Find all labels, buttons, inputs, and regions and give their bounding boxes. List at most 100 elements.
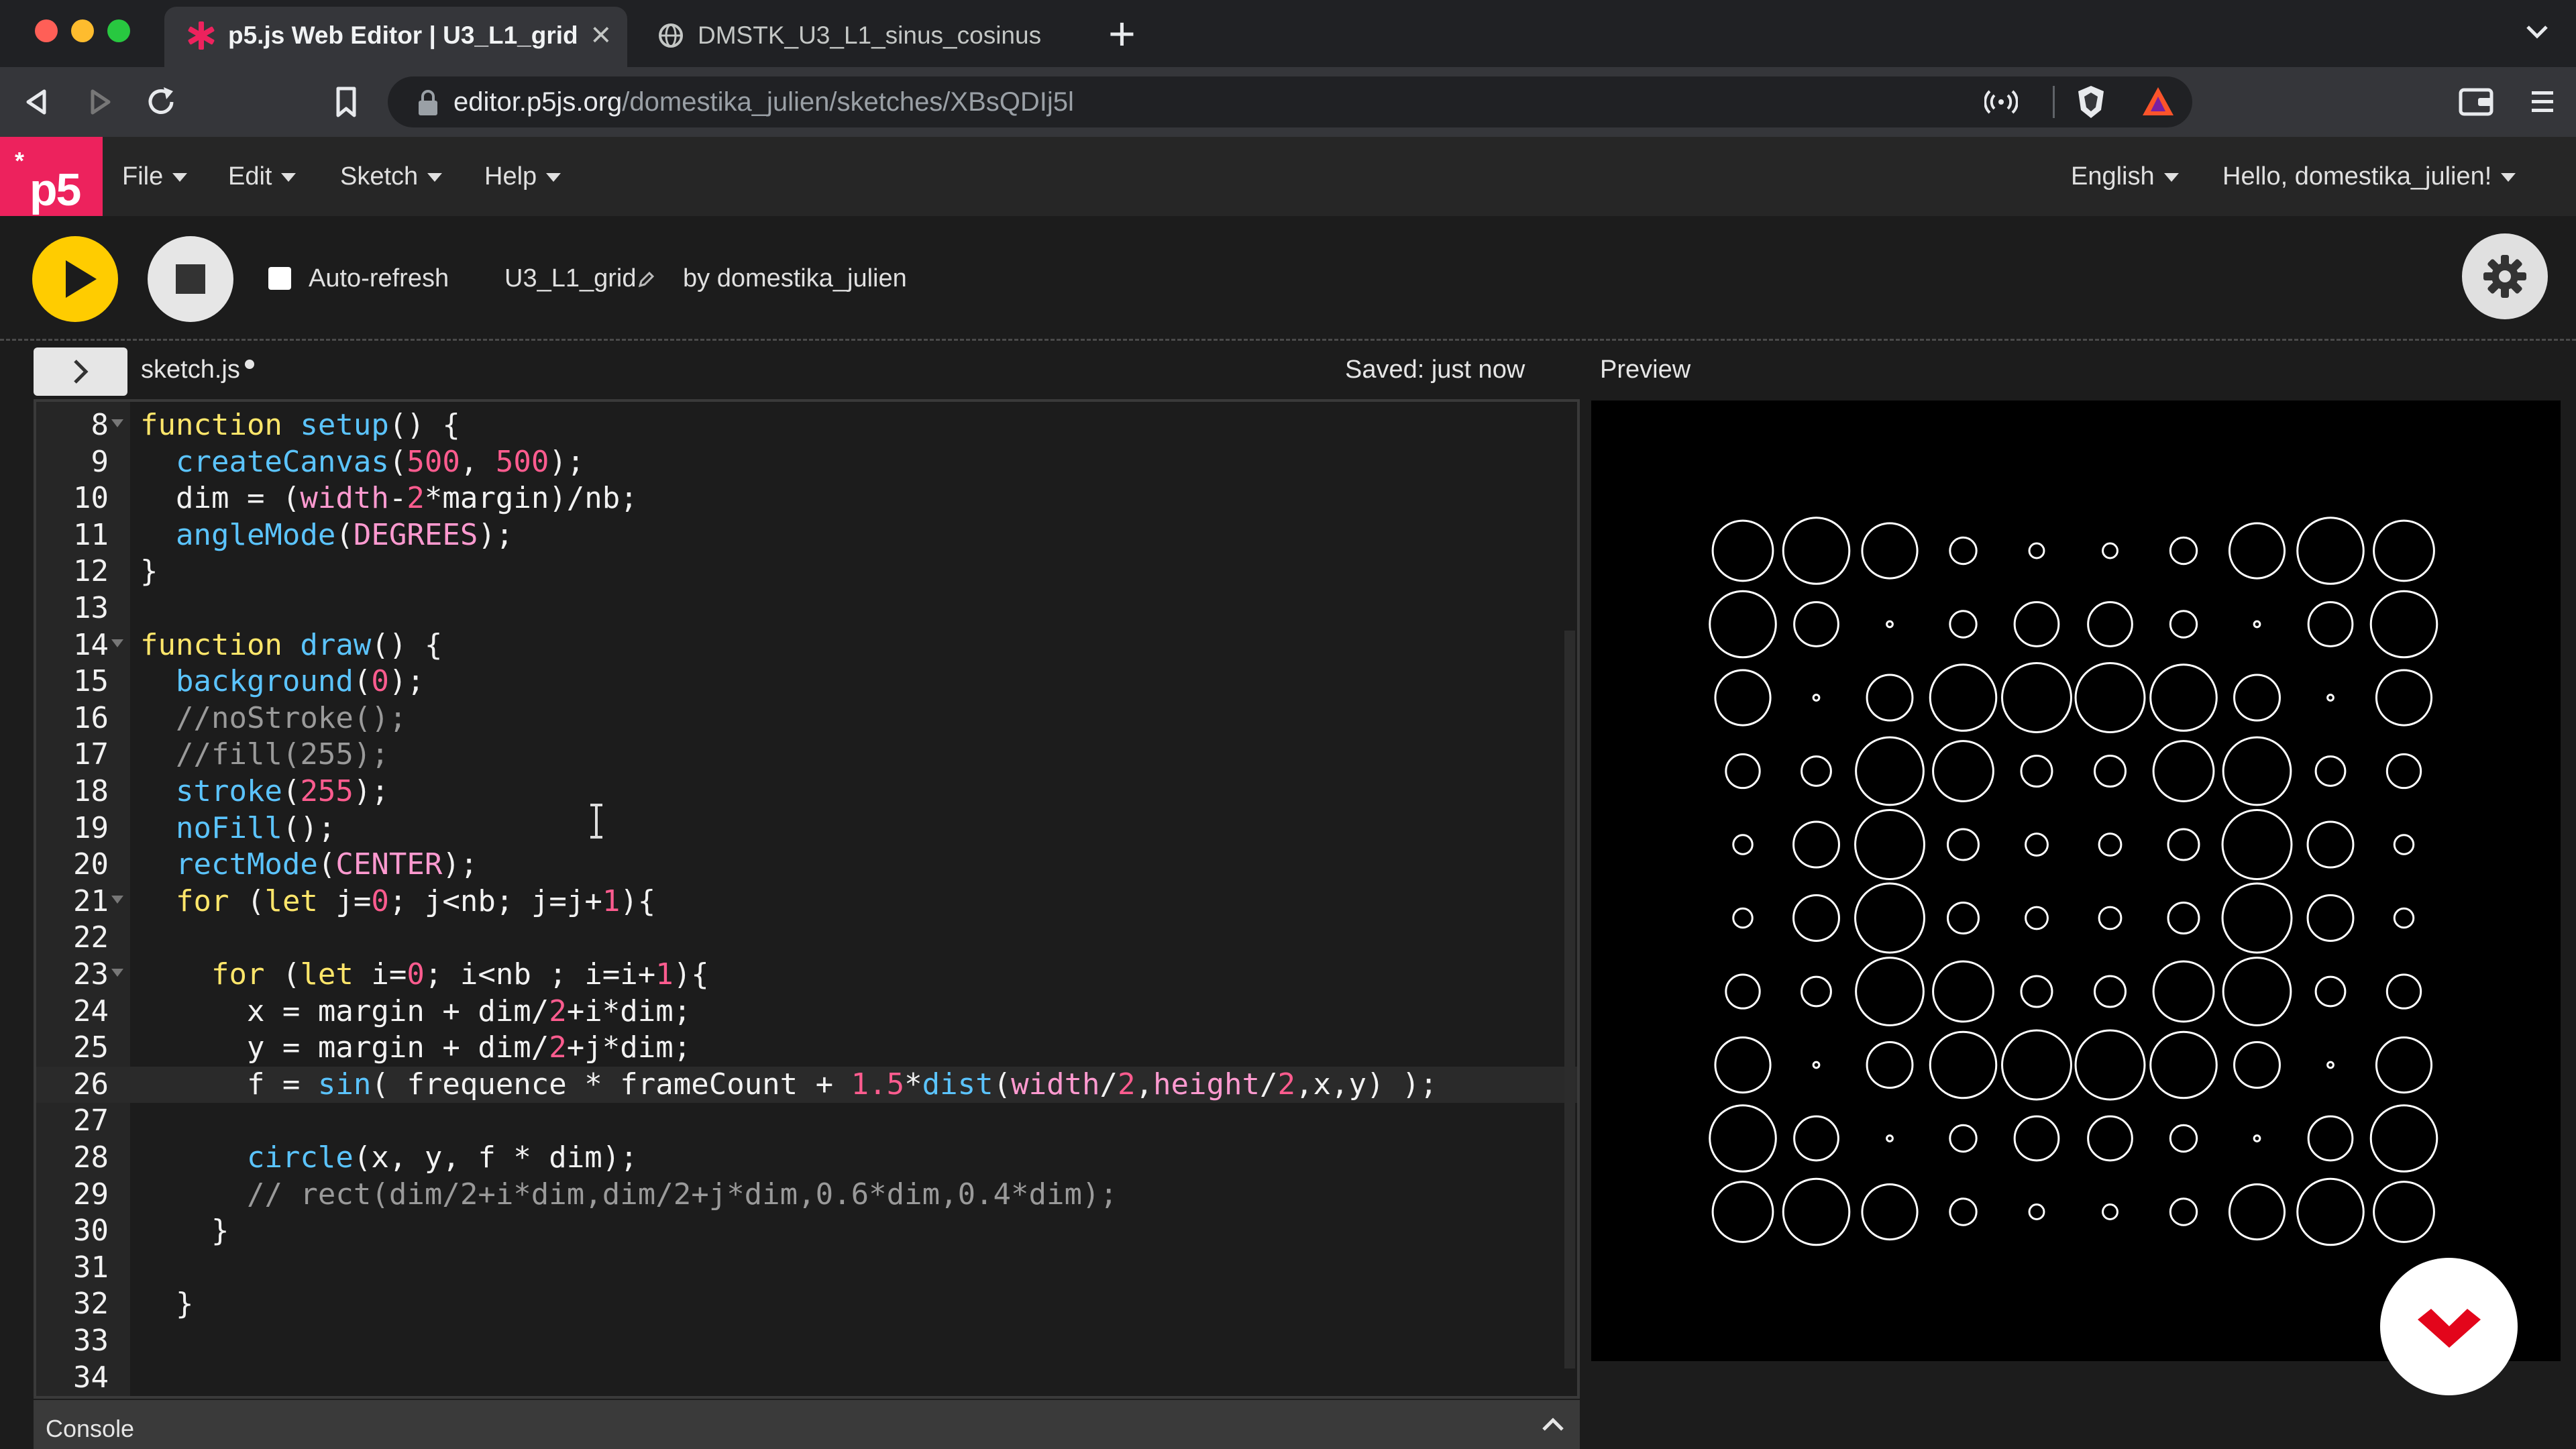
back-icon[interactable] xyxy=(17,82,58,122)
sketch-circle xyxy=(2221,882,2293,954)
chevron-down-icon[interactable] xyxy=(2522,17,2552,47)
console-panel[interactable]: Console xyxy=(34,1400,1580,1449)
sketch-circle xyxy=(1732,907,1754,929)
user-menu[interactable]: Hello, domestika_julien! xyxy=(2222,162,2516,191)
tab-dmstk[interactable]: DMSTK_U3_L1_sinus_cosinus xyxy=(634,7,1087,67)
code-editor[interactable]: 8 function setup() {9 createCanvas(500, 5… xyxy=(34,399,1580,1399)
preview-canvas[interactable] xyxy=(1591,400,2561,1361)
sketch-circle xyxy=(1854,882,1925,954)
code-line[interactable]: 29 // rect(dim/2+i*dim,dim/2+j*dim,0.6*d… xyxy=(36,1177,1577,1214)
menu-edit[interactable]: Edit xyxy=(228,162,296,191)
code-text: dim = (width-2*margin)/nb; xyxy=(140,481,638,516)
fold-arrow-icon[interactable] xyxy=(111,419,123,427)
sketch-circle xyxy=(2306,820,2355,869)
code-text: angleMode(DEGREES); xyxy=(175,517,514,552)
line-number: 23 xyxy=(73,957,109,991)
sketch-circle xyxy=(2253,620,2261,629)
forward-icon[interactable] xyxy=(79,82,119,122)
code-line[interactable]: 27 xyxy=(36,1103,1577,1140)
editor-scrollbar[interactable] xyxy=(1564,631,1575,1368)
code-line[interactable]: 9 createCanvas(500, 500); xyxy=(36,444,1577,481)
code-line[interactable]: 25 y = margin + dim/2+j*dim; xyxy=(36,1030,1577,1067)
tab-p5-editor[interactable]: p5.js Web Editor | U3_L1_grid × xyxy=(164,7,627,67)
code-line[interactable]: 8 function setup() { xyxy=(36,407,1577,444)
sketch-circle xyxy=(1709,1104,1777,1173)
settings-button[interactable] xyxy=(2462,233,2548,319)
sketch-circle xyxy=(2167,828,2200,861)
code-line[interactable]: 21 for (let j=0; j<nb; j=j+1){ xyxy=(36,883,1577,920)
line-number: 14 xyxy=(73,627,109,662)
close-tab-icon[interactable]: × xyxy=(591,15,611,55)
code-line[interactable]: 12} xyxy=(36,553,1577,590)
sketch-circle xyxy=(2369,1104,2438,1173)
line-number: 26 xyxy=(73,1067,109,1102)
code-line[interactable]: 24 x = margin + dim/2+i*dim; xyxy=(36,994,1577,1030)
menu-file[interactable]: File xyxy=(122,162,187,191)
new-tab-icon[interactable]: + xyxy=(1108,7,1136,60)
p5-logo[interactable]: p5 * xyxy=(0,137,103,216)
sketch-circle xyxy=(2087,1115,2133,1162)
code-line[interactable]: 22 xyxy=(36,920,1577,957)
code-line[interactable]: 23 for (let i=0; i<nb ; i=i+1){ xyxy=(36,957,1577,994)
code-line[interactable]: 20 rectMode(CENTER); xyxy=(36,847,1577,883)
code-line[interactable]: 34 xyxy=(36,1360,1577,1396)
code-line[interactable]: 33 xyxy=(36,1323,1577,1360)
reload-icon[interactable] xyxy=(141,82,181,122)
code-line[interactable]: 32 } xyxy=(36,1286,1577,1323)
line-number: 33 xyxy=(73,1324,109,1358)
language-menu[interactable]: English xyxy=(2071,162,2179,191)
code-line[interactable]: 13 xyxy=(36,590,1577,627)
stop-button[interactable] xyxy=(148,236,233,322)
pencil-icon[interactable] xyxy=(636,270,656,290)
sketch-circle xyxy=(2296,517,2365,585)
code-line[interactable]: 15 background(0); xyxy=(36,663,1577,700)
address-bar[interactable]: editor.p5js.org/domestika_julien/sketche… xyxy=(388,76,2192,127)
menu-help[interactable]: Help xyxy=(484,162,561,191)
hamburger-menu-icon[interactable] xyxy=(2529,86,2556,118)
code-line[interactable]: 18 stroke(255); xyxy=(36,773,1577,810)
sketch-circle xyxy=(2169,536,2198,566)
file-tab[interactable]: sketch.js xyxy=(141,356,240,384)
code-line[interactable]: 17 //fill(255); xyxy=(36,737,1577,773)
sketch-circle xyxy=(1932,740,1994,802)
lock-icon xyxy=(419,90,437,115)
chevron-up-icon[interactable] xyxy=(1540,1412,1566,1436)
sketch-circle xyxy=(1855,957,1925,1026)
play-button[interactable] xyxy=(32,236,118,322)
close-window-button[interactable] xyxy=(35,19,58,42)
sketch-circle xyxy=(2233,674,2281,722)
tab-title: p5.js Web Editor | U3_L1_grid xyxy=(228,21,578,49)
code-line[interactable]: 30 } xyxy=(36,1213,1577,1250)
fold-arrow-icon[interactable] xyxy=(111,639,123,647)
toggle-sidebar-button[interactable] xyxy=(34,347,127,396)
code-line[interactable]: 11 angleMode(DEGREES); xyxy=(36,517,1577,554)
wallet-icon[interactable] xyxy=(2458,85,2496,119)
console-label: Console xyxy=(46,1415,135,1442)
fold-arrow-icon[interactable] xyxy=(111,895,123,904)
maximize-window-button[interactable] xyxy=(107,19,130,42)
line-number: 29 xyxy=(73,1177,109,1212)
code-line[interactable]: 28 circle(x, y, f * dim); xyxy=(36,1140,1577,1177)
code-line[interactable]: 14 function draw() { xyxy=(36,627,1577,664)
domestika-badge[interactable] xyxy=(2380,1258,2518,1395)
brave-shield-icon[interactable] xyxy=(2076,85,2106,119)
bookmark-icon[interactable] xyxy=(326,82,366,122)
minimize-window-button[interactable] xyxy=(71,19,94,42)
sketch-circle xyxy=(2307,1115,2354,1162)
cast-icon[interactable] xyxy=(1984,87,2018,117)
menu-sketch[interactable]: Sketch xyxy=(340,162,442,191)
code-line[interactable]: 10 dim = (width-2*margin)/nb; xyxy=(36,480,1577,517)
fold-arrow-icon[interactable] xyxy=(111,969,123,977)
tab-title: DMSTK_U3_L1_sinus_cosinus xyxy=(698,21,1042,49)
auto-refresh-checkbox[interactable] xyxy=(268,267,291,290)
sketch-circle xyxy=(2001,1029,2072,1101)
brave-rewards-icon[interactable] xyxy=(2140,85,2176,119)
code-line[interactable]: 31 xyxy=(36,1250,1577,1287)
code-line[interactable]: 16 //noStroke(); xyxy=(36,700,1577,737)
code-text: background(0); xyxy=(175,664,425,699)
sketch-circle xyxy=(2169,1197,2198,1226)
code-line[interactable]: 19 noFill(); xyxy=(36,810,1577,847)
sketch-name[interactable]: U3_L1_grid xyxy=(504,264,636,293)
code-line[interactable]: 26 f = sin( frequence * frameCount + 1.5… xyxy=(36,1066,1577,1104)
sketch-circle xyxy=(2369,590,2438,659)
